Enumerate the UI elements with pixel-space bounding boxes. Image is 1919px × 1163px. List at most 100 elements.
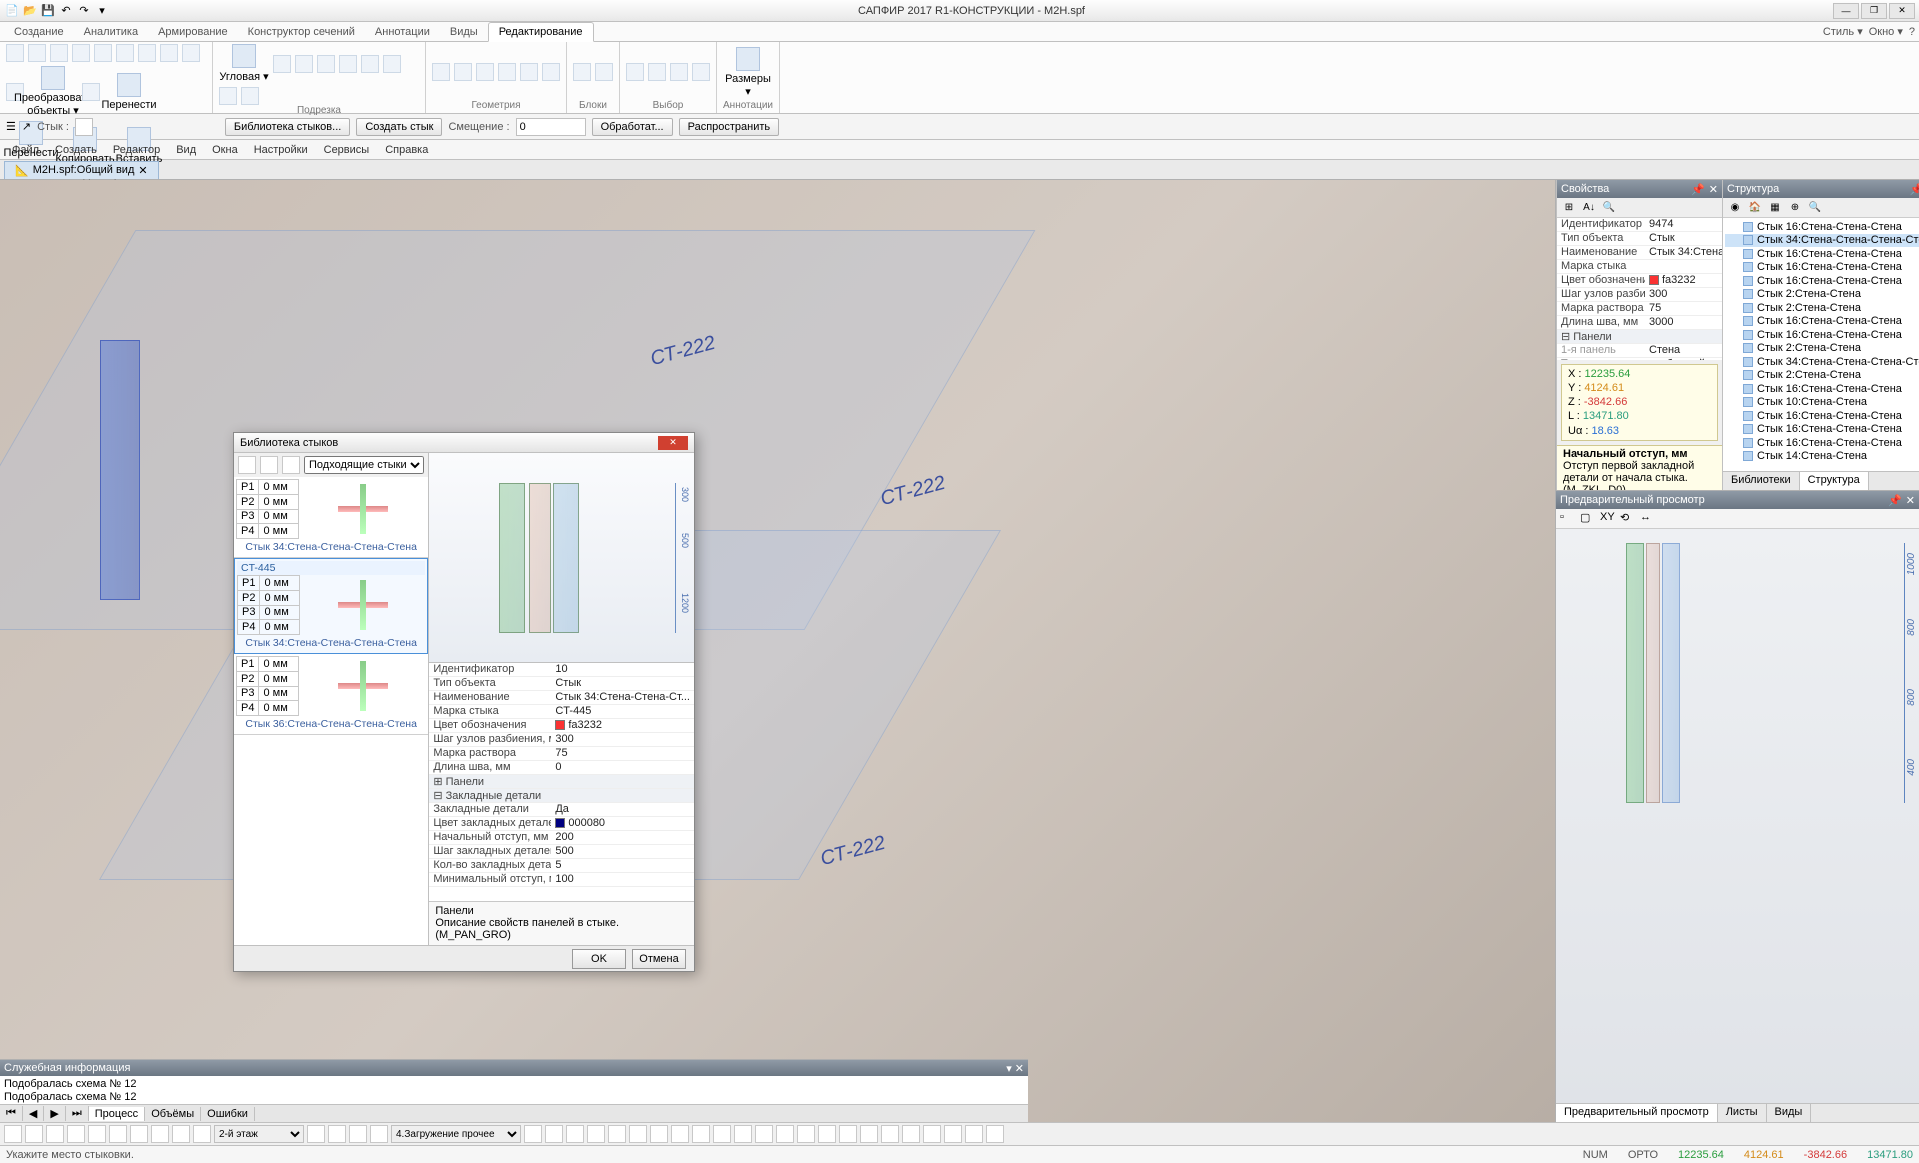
pv-tool-2[interactable]: ▢ bbox=[1580, 511, 1596, 527]
bt-19[interactable] bbox=[608, 1125, 626, 1143]
trim-6[interactable] bbox=[383, 55, 401, 73]
edit-tool-6[interactable] bbox=[116, 44, 134, 62]
prop-tool-3[interactable]: 🔍 bbox=[1601, 200, 1617, 216]
qat-undo-icon[interactable]: ↶ bbox=[58, 3, 74, 19]
geom-1[interactable] bbox=[432, 63, 450, 81]
minimize-button[interactable]: — bbox=[1833, 3, 1859, 19]
geom-6[interactable] bbox=[542, 63, 560, 81]
geom-3[interactable] bbox=[476, 63, 494, 81]
tool-icon-1[interactable]: ☰ bbox=[6, 120, 16, 133]
select-4[interactable] bbox=[692, 63, 710, 81]
property-row[interactable]: Марка стыкаCT-445 bbox=[429, 705, 694, 719]
transform-objects-button[interactable]: Преобразовать объекты ▾ bbox=[28, 66, 78, 117]
property-row[interactable]: Марка раствора75 bbox=[429, 747, 694, 761]
offset-input[interactable] bbox=[516, 118, 586, 136]
edit-tool-4[interactable] bbox=[72, 44, 90, 62]
tree-item[interactable]: Стык 16:Стена-Стена-Стена bbox=[1725, 274, 1919, 288]
pane-close-icon[interactable]: ✕ bbox=[1709, 183, 1718, 196]
bt-25[interactable] bbox=[734, 1125, 752, 1143]
library-item[interactable]: P10 ммP20 ммP30 ммP40 ммСтык 36:Стена-Ст… bbox=[234, 654, 428, 735]
bt-8[interactable] bbox=[151, 1125, 169, 1143]
pv-tool-4[interactable]: ⟲ bbox=[1620, 511, 1636, 527]
edit-tool-2[interactable] bbox=[28, 44, 46, 62]
trim-8[interactable] bbox=[241, 87, 259, 105]
tab-annotations[interactable]: Аннотации bbox=[365, 23, 440, 41]
edit-tool-1[interactable] bbox=[6, 44, 24, 62]
dialog-properties[interactable]: Идентификатор10Тип объектаСтыкНаименован… bbox=[429, 663, 694, 901]
lib-tool-1[interactable] bbox=[238, 456, 256, 474]
trim-7[interactable] bbox=[219, 87, 237, 105]
block-1[interactable] bbox=[573, 63, 591, 81]
nav-first[interactable]: ⏮ bbox=[0, 1106, 23, 1121]
process-button[interactable]: Обработат... bbox=[592, 118, 673, 136]
load-select[interactable]: 4.Загружение прочее bbox=[391, 1125, 521, 1143]
bt-3[interactable] bbox=[46, 1125, 64, 1143]
geom-2[interactable] bbox=[454, 63, 472, 81]
property-row[interactable]: Длина шва, мм3000 bbox=[1557, 316, 1722, 330]
bt-2[interactable] bbox=[25, 1125, 43, 1143]
property-row[interactable]: Идентификатор10 bbox=[429, 663, 694, 677]
property-row[interactable]: НаименованиеСтык 34:Стена-Ст... bbox=[1557, 246, 1722, 260]
bt-27[interactable] bbox=[776, 1125, 794, 1143]
struct-tool-2[interactable]: 🏠 bbox=[1747, 200, 1763, 216]
tree-item[interactable]: Стык 2:Стена-Стена bbox=[1725, 342, 1919, 356]
bt-17[interactable] bbox=[566, 1125, 584, 1143]
tree-item[interactable]: Стык 16:Стена-Стена-Стена bbox=[1725, 382, 1919, 396]
tree-item[interactable]: Стык 34:Стена-Стена-Стена-Стена bbox=[1725, 355, 1919, 369]
ok-button[interactable]: OK bbox=[572, 949, 626, 969]
struct-tool-3[interactable]: ▦ bbox=[1767, 200, 1783, 216]
property-row[interactable]: 1-я панельСтена bbox=[1557, 344, 1722, 358]
tab-errors[interactable]: Ошибки bbox=[201, 1107, 255, 1121]
create-joint-button[interactable]: Создать стык bbox=[356, 118, 442, 136]
bt-35[interactable] bbox=[944, 1125, 962, 1143]
tab-structure[interactable]: Структура bbox=[1800, 472, 1869, 490]
tab-views[interactable]: Виды bbox=[440, 23, 488, 41]
menu-services[interactable]: Сервисы bbox=[316, 142, 378, 158]
tree-item[interactable]: Стык 2:Стена-Стена bbox=[1725, 369, 1919, 383]
trim-4[interactable] bbox=[339, 55, 357, 73]
bt-36[interactable] bbox=[965, 1125, 983, 1143]
qat-new-icon[interactable]: 📄 bbox=[4, 3, 20, 19]
bt-5[interactable] bbox=[88, 1125, 106, 1143]
menu-view[interactable]: Вид bbox=[168, 142, 204, 158]
block-2[interactable] bbox=[595, 63, 613, 81]
joint-library-button[interactable]: Библиотека стыков... bbox=[225, 118, 350, 136]
menu-settings[interactable]: Настройки bbox=[246, 142, 316, 158]
property-row[interactable]: Начальный отступ, мм200 bbox=[429, 831, 694, 845]
property-row[interactable]: Тип объектаСтык bbox=[1557, 232, 1722, 246]
qat-dropdown-icon[interactable]: ▾ bbox=[94, 3, 110, 19]
tab-views-pane[interactable]: Виды bbox=[1767, 1104, 1812, 1122]
qat-open-icon[interactable]: 📂 bbox=[22, 3, 38, 19]
property-row[interactable]: Цвет обозначенияfa3232 bbox=[1557, 274, 1722, 288]
bt-22[interactable] bbox=[671, 1125, 689, 1143]
property-row[interactable]: Идентификатор9474 bbox=[1557, 218, 1722, 232]
prop-tool-1[interactable]: ⊞ bbox=[1561, 200, 1577, 216]
bt-1[interactable] bbox=[4, 1125, 22, 1143]
bt-10[interactable] bbox=[193, 1125, 211, 1143]
tree-item[interactable]: Стык 2:Стена-Стена bbox=[1725, 288, 1919, 302]
tab-volumes[interactable]: Объёмы bbox=[145, 1107, 201, 1121]
pv-tool-1[interactable]: ▫ bbox=[1560, 511, 1576, 527]
bt-29[interactable] bbox=[818, 1125, 836, 1143]
bt-18[interactable] bbox=[587, 1125, 605, 1143]
qat-redo-icon[interactable]: ↷ bbox=[76, 3, 92, 19]
doc-tab-active[interactable]: 📐 M2H.spf:Общий вид ✕ bbox=[4, 161, 159, 179]
bt-23[interactable] bbox=[692, 1125, 710, 1143]
window-dropdown[interactable]: Окно ▾ bbox=[1869, 25, 1903, 38]
spread-button[interactable]: Распространить bbox=[679, 118, 780, 136]
tree-item[interactable]: Стык 34:Стена-Стена-Стена-Стена bbox=[1725, 234, 1919, 248]
3d-viewport[interactable]: СТ-222 СТ-222 СТ-222 Служебная информаци… bbox=[0, 180, 1555, 1122]
lib-tool-3[interactable] bbox=[282, 456, 300, 474]
tab-sheets[interactable]: Листы bbox=[1718, 1104, 1767, 1122]
dimensions-button[interactable]: Размеры ▾ bbox=[723, 47, 773, 98]
bt-34[interactable] bbox=[923, 1125, 941, 1143]
property-row[interactable]: НаименованиеСтык 34:Стена-Стена-Ст... bbox=[429, 691, 694, 705]
nav-prev[interactable]: ◀ bbox=[23, 1106, 44, 1121]
property-row[interactable]: Минимальный отступ, мм100 bbox=[429, 873, 694, 887]
property-row[interactable]: Тип стыковкисвободный bbox=[1557, 358, 1722, 360]
pv-tool-5[interactable]: ↔ bbox=[1640, 511, 1656, 527]
bt-28[interactable] bbox=[797, 1125, 815, 1143]
property-row[interactable]: Шаг закладных деталей, ...500 bbox=[429, 845, 694, 859]
tree-item[interactable]: Стык 16:Стена-Стена-Стена bbox=[1725, 423, 1919, 437]
tab-libraries[interactable]: Библиотеки bbox=[1723, 472, 1800, 490]
